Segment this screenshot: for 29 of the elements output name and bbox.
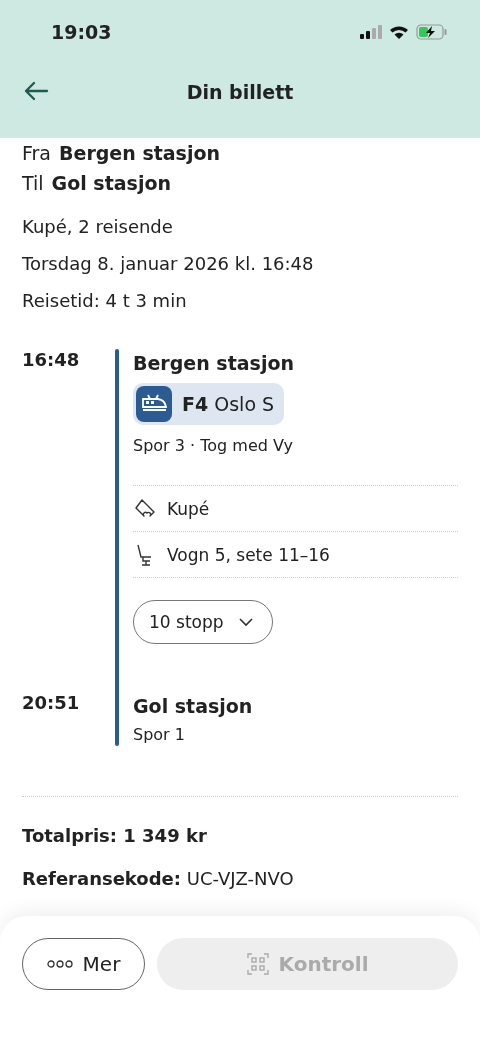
platform-info: Spor 3 · Tog med Vy [133, 435, 293, 457]
page-title: Din billett [186, 81, 294, 103]
total-price: Totalpris: 1 349 kr [22, 825, 208, 846]
qr-code-icon [246, 953, 269, 975]
route-station: Bergen stasjon [59, 141, 220, 166]
signal-icon [360, 25, 382, 39]
ticket-detail: Torsdag 8. januar 2026 kl. 16:48 [22, 252, 315, 276]
status-time: 19:03 [51, 21, 112, 43]
departure-time: 16:48 [22, 349, 81, 372]
reference-code: Referansekode: UC-VJZ-NVO [22, 868, 295, 889]
train-icon [136, 386, 172, 422]
wifi-icon [389, 24, 409, 40]
platform-info: Spor 1 [133, 724, 185, 746]
stops-dropdown[interactable]: 10 stopp [133, 600, 273, 644]
departure-station: Bergen stasjon [133, 351, 294, 376]
ticket-feature: Kupé [167, 498, 210, 519]
more-button[interactable]: Mer [22, 938, 145, 990]
more-icon [46, 960, 73, 968]
chevron-down-icon [237, 617, 254, 627]
arrival-station: Gol stasjon [133, 694, 253, 719]
line-label: F4 Oslo S [182, 393, 275, 415]
ticket-detail: Reisetid: 4 t 3 min [22, 289, 188, 313]
route-label: Til [22, 171, 44, 196]
ticket-detail: Kupé, 2 reisende [22, 215, 174, 239]
route-station: Gol stasjon [51, 171, 171, 196]
arrival-time: 20:51 [22, 692, 81, 715]
route-label: Fra [22, 141, 51, 166]
battery-charging-icon [416, 24, 448, 40]
ticket-feature: Vogn 5, sete 11–16 [167, 544, 330, 565]
